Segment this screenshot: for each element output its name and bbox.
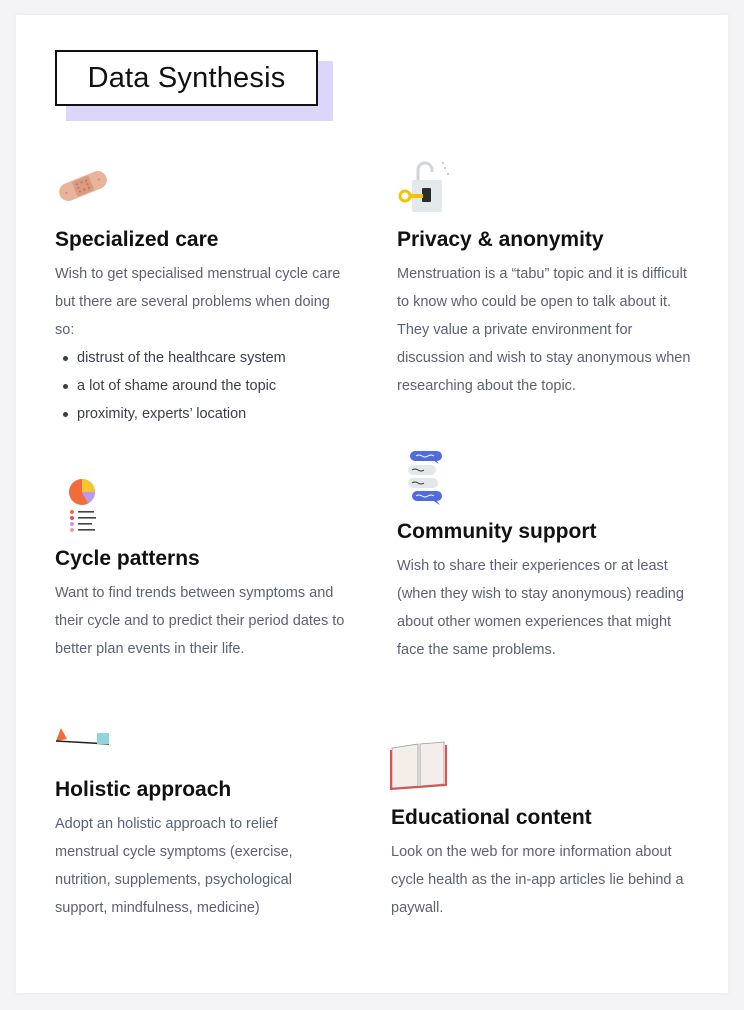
bandage-icon (59, 171, 107, 201)
card-heading: Educational content (391, 806, 592, 829)
card-text: Want to find trends between symptoms and… (55, 585, 345, 657)
chat-bubbles-icon (408, 451, 442, 505)
card-educational-content: Educational content Look on the web for … (391, 806, 691, 922)
card-cycle-patterns: Cycle patterns Want to find trends betwe… (55, 547, 345, 663)
list-item: proximity, experts’ location (63, 400, 345, 428)
card-heading: Cycle patterns (55, 547, 200, 570)
card-heading: Community support (397, 520, 597, 543)
card-text: Menstruation is a “tabu” topic and it is… (397, 266, 691, 394)
list-item: a lot of shame around the topic (63, 372, 345, 400)
card-specialized-care: Specialized care Wish to get specialised… (55, 228, 345, 428)
card-holistic-approach: Holistic approach Adopt an holistic appr… (55, 778, 345, 922)
card-privacy-anonymity: Privacy & anonymity Menstruation is a “t… (397, 228, 693, 400)
card-heading: Specialized care (55, 228, 219, 251)
page-title: Data Synthesis (87, 61, 286, 94)
card-text: Wish to get specialised menstrual cycle … (55, 266, 341, 338)
lock-key-icon (398, 161, 449, 212)
balance-icon (55, 728, 110, 745)
card-heading: Privacy & anonymity (397, 228, 604, 251)
card-bullet-list: distrust of the healthcare system a lot … (55, 344, 345, 428)
card-community-support: Community support Wish to share their ex… (397, 520, 693, 664)
card-text: Wish to share their experiences or at le… (397, 558, 684, 658)
list-item: distrust of the healthcare system (63, 344, 345, 372)
card-heading: Holistic approach (55, 778, 232, 801)
open-book-icon (390, 741, 447, 790)
pie-chart-list-icon (69, 479, 96, 532)
card-text: Adopt an holistic approach to relief men… (55, 816, 293, 916)
card-text: Look on the web for more information abo… (391, 844, 684, 916)
title-box: Data Synthesis (55, 50, 318, 106)
